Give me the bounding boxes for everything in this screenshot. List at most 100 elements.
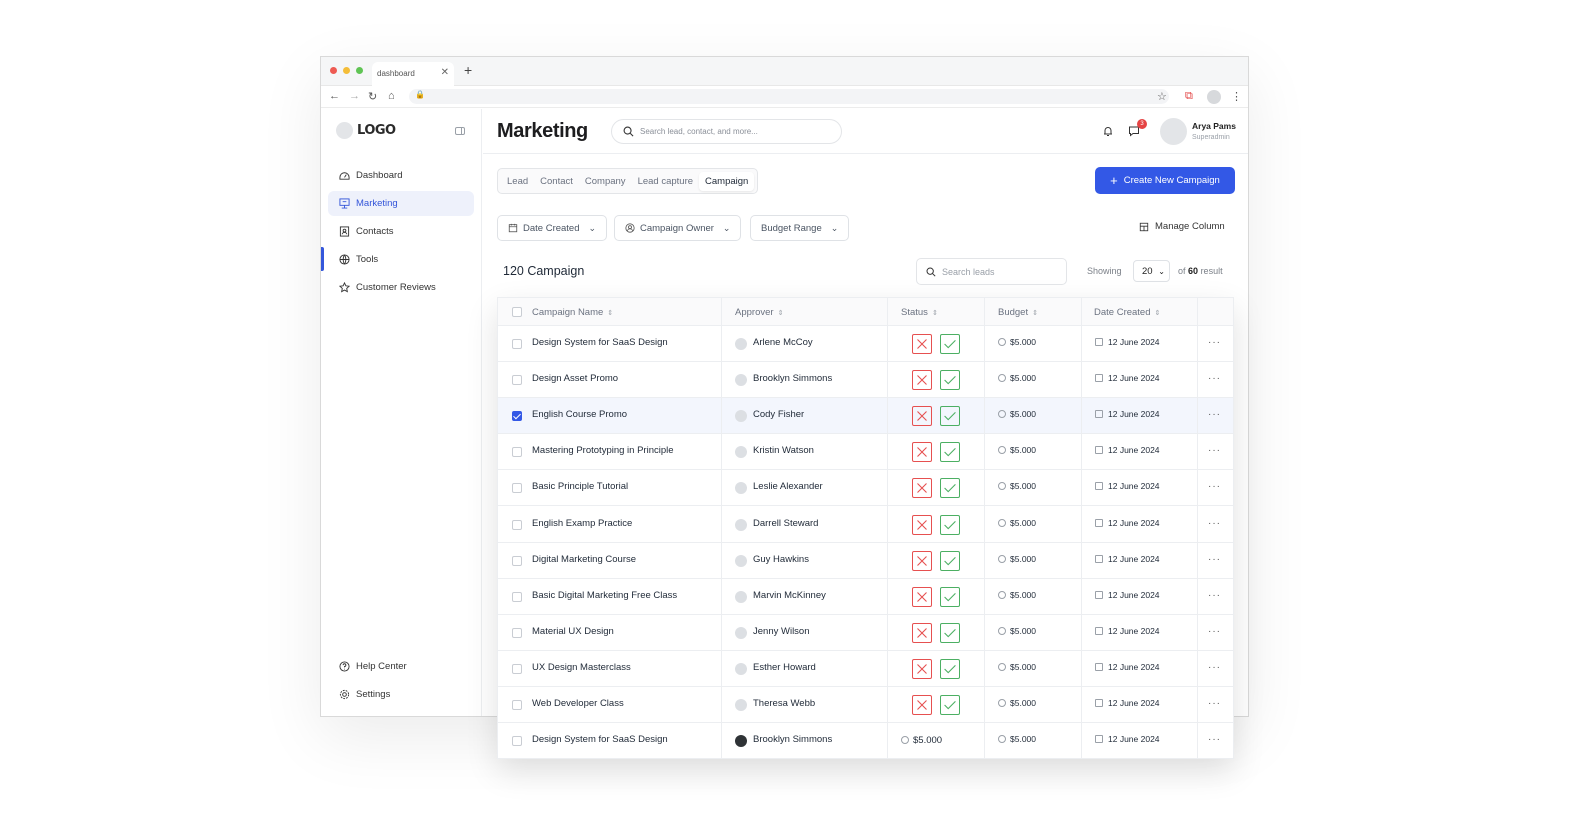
row-checkbox[interactable] xyxy=(512,411,522,422)
filter-budget-range[interactable]: Budget Range ⌄ xyxy=(750,215,850,241)
sidebar-item-tools[interactable]: Tools xyxy=(328,247,474,272)
campaign-name[interactable]: Digital Marketing Course xyxy=(532,554,636,565)
row-checkbox[interactable] xyxy=(512,339,522,349)
bookmark-star-icon[interactable]: ☆ xyxy=(1157,90,1167,103)
new-tab-icon[interactable]: + xyxy=(464,62,472,78)
approve-button[interactable] xyxy=(940,406,960,427)
approve-button[interactable] xyxy=(940,695,960,715)
browser-tab[interactable]: dashboard ✕ xyxy=(372,62,454,86)
more-actions-icon[interactable]: ··· xyxy=(1208,734,1221,745)
table-row[interactable]: UX Design Masterclass Esther Howard $5.000… xyxy=(498,651,1233,687)
sidebar-item-customer-reviews[interactable]: Customer Reviews xyxy=(328,275,474,300)
forward-icon[interactable]: → xyxy=(349,90,360,102)
reject-button[interactable] xyxy=(912,370,932,391)
more-actions-icon[interactable]: ··· xyxy=(1208,337,1221,348)
approve-button[interactable] xyxy=(940,658,960,679)
sidebar-item-marketing[interactable]: Marketing xyxy=(328,191,474,216)
more-actions-icon[interactable]: ··· xyxy=(1208,590,1221,601)
approve-button[interactable] xyxy=(940,478,960,499)
row-checkbox[interactable] xyxy=(512,375,522,386)
reject-button[interactable] xyxy=(912,514,932,535)
close-tab-icon[interactable]: ✕ xyxy=(441,67,449,78)
campaign-name[interactable]: Design System for SaaS Design xyxy=(532,337,668,348)
row-checkbox[interactable] xyxy=(512,555,522,566)
tab-lead-capture[interactable]: Lead capture xyxy=(632,172,699,191)
column-header-approver[interactable]: Approver ⇕ xyxy=(735,307,783,318)
more-actions-icon[interactable]: ··· xyxy=(1208,518,1221,529)
approve-button[interactable] xyxy=(940,442,960,463)
table-row[interactable]: Digital Marketing Course Guy Hawkins $5.00… xyxy=(498,543,1233,579)
column-header-budget[interactable]: Budget ⇕ xyxy=(998,307,1038,318)
minimize-window-dot[interactable] xyxy=(343,67,350,74)
row-checkbox[interactable] xyxy=(512,736,522,747)
row-checkbox[interactable] xyxy=(512,447,522,458)
campaign-name[interactable]: Material UX Design xyxy=(532,626,614,637)
tab-campaign[interactable]: Campaign xyxy=(699,171,755,191)
create-campaign-button[interactable]: + Create New Campaign xyxy=(1095,167,1235,194)
approve-button[interactable] xyxy=(940,514,960,535)
collapse-sidebar-icon[interactable] xyxy=(455,127,465,135)
approve-button[interactable] xyxy=(940,550,960,571)
campaign-name[interactable]: UX Design Masterclass xyxy=(532,662,631,673)
row-checkbox[interactable] xyxy=(512,519,522,530)
more-actions-icon[interactable]: ··· xyxy=(1208,626,1221,637)
row-checkbox[interactable] xyxy=(512,663,522,674)
reject-button[interactable] xyxy=(912,334,932,354)
column-header-date-created[interactable]: Date Created ⇕ xyxy=(1094,307,1160,318)
manage-column-button[interactable]: Manage Column xyxy=(1139,221,1225,232)
row-checkbox[interactable] xyxy=(512,591,522,602)
more-actions-icon[interactable]: ··· xyxy=(1208,373,1221,384)
global-search-input[interactable]: Search lead, contact, and more... xyxy=(611,119,842,144)
table-row[interactable]: Design System for SaaS Design Brooklyn Si… xyxy=(498,723,1233,760)
row-checkbox[interactable] xyxy=(512,627,522,638)
select-all-checkbox[interactable] xyxy=(512,307,522,317)
reject-button[interactable] xyxy=(912,622,932,643)
reject-button[interactable] xyxy=(912,550,932,571)
url-field[interactable]: 🔒 xyxy=(409,89,1169,104)
tab-lead[interactable]: Lead xyxy=(501,172,534,191)
sidebar-item-help-center[interactable]: Help Center xyxy=(328,654,474,679)
more-actions-icon[interactable]: ··· xyxy=(1208,662,1221,673)
approve-button[interactable] xyxy=(940,370,960,391)
reject-button[interactable] xyxy=(912,478,932,499)
reject-button[interactable] xyxy=(912,658,932,679)
browser-menu-icon[interactable]: ⋮ xyxy=(1231,90,1242,103)
table-row[interactable]: Design Asset Promo Brooklyn Simmons $5.000… xyxy=(498,362,1233,399)
search-leads-input[interactable]: Search leads xyxy=(916,258,1067,285)
approve-button[interactable] xyxy=(940,334,960,354)
more-actions-icon[interactable]: ··· xyxy=(1208,554,1221,565)
filter-campaign-owner[interactable]: Campaign Owner ⌄ xyxy=(614,215,742,241)
filter-date-created[interactable]: Date Created ⌄ xyxy=(497,215,608,241)
campaign-name[interactable]: Design Asset Promo xyxy=(532,373,618,384)
table-row[interactable]: Basic Principle Tutorial Leslie Alexander… xyxy=(498,470,1233,507)
campaign-name[interactable]: English Course Promo xyxy=(532,409,627,420)
more-actions-icon[interactable]: ··· xyxy=(1208,445,1221,456)
column-header-campaign-name[interactable]: Campaign Name ⇕ xyxy=(532,307,613,318)
reject-button[interactable] xyxy=(912,695,932,715)
campaign-name[interactable]: Mastering Prototyping in Principle xyxy=(532,445,674,456)
home-icon[interactable]: ⌂ xyxy=(388,90,395,102)
sidebar-item-settings[interactable]: Settings xyxy=(328,682,474,707)
sidebar-item-contacts[interactable]: Contacts xyxy=(328,219,474,244)
table-row[interactable]: Mastering Prototyping in Principle Kristi… xyxy=(498,434,1233,471)
tab-contact[interactable]: Contact xyxy=(534,172,579,191)
table-row[interactable]: Web Developer Class Theresa Webb $5.000 12 … xyxy=(498,687,1233,723)
close-window-dot[interactable] xyxy=(330,67,337,74)
campaign-name[interactable]: Basic Principle Tutorial xyxy=(532,481,628,492)
campaign-name[interactable]: Basic Digital Marketing Free Class xyxy=(532,590,677,601)
back-icon[interactable]: ← xyxy=(329,90,340,102)
profile-avatar-icon[interactable] xyxy=(1207,90,1221,104)
reject-button[interactable] xyxy=(912,406,932,427)
sidebar-item-dashboard[interactable]: Dashboard xyxy=(328,163,474,188)
more-actions-icon[interactable]: ··· xyxy=(1208,698,1221,709)
reload-icon[interactable]: ↻ xyxy=(368,90,377,103)
bell-icon[interactable] xyxy=(1102,125,1114,137)
table-row[interactable]: English Examp Practice Darrell Steward $5.… xyxy=(498,507,1233,543)
reject-button[interactable] xyxy=(912,586,932,607)
more-actions-icon[interactable]: ··· xyxy=(1208,409,1221,420)
tab-company[interactable]: Company xyxy=(579,172,632,191)
row-checkbox[interactable] xyxy=(512,700,522,710)
row-checkbox[interactable] xyxy=(512,483,522,494)
campaign-name[interactable]: English Examp Practice xyxy=(532,518,632,529)
approve-button[interactable] xyxy=(940,586,960,607)
